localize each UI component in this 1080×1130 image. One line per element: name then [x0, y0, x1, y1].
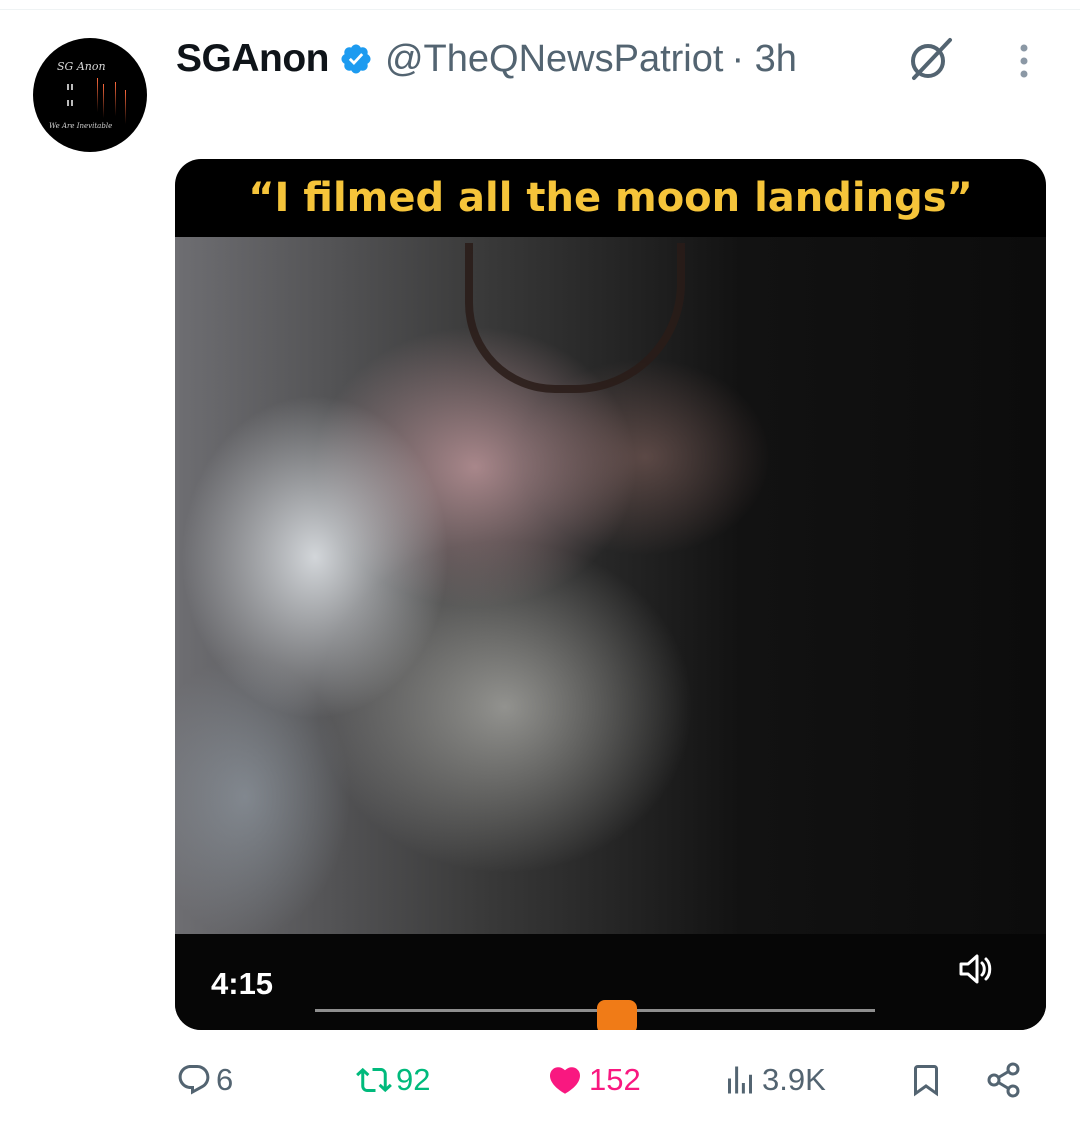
like-button[interactable]: 152 [545, 1060, 641, 1100]
views-button[interactable]: 3.9K [722, 1060, 826, 1100]
avatar-text-top: SG Anon [57, 60, 106, 73]
bookmark-icon [914, 1065, 938, 1097]
share-button[interactable] [985, 1060, 1023, 1100]
tweet-header: SGAnon @TheQNewsPatriot · 3h [176, 34, 797, 84]
views-count: 3.9K [762, 1062, 826, 1097]
bookmark-button[interactable] [908, 1060, 944, 1100]
grok-icon[interactable] [904, 34, 954, 84]
volume-icon[interactable] [955, 949, 995, 989]
avatar-text-bottom: We Are Inevitable [49, 122, 113, 130]
retweet-count: 92 [396, 1062, 431, 1097]
video-subject-glasses [465, 243, 685, 393]
timestamp[interactable]: · 3h [731, 38, 796, 81]
subtitle-fragment [315, 1009, 875, 1024]
views-icon [728, 1066, 752, 1094]
reply-button[interactable]: 6 [176, 1060, 233, 1100]
video-player[interactable]: “I filmed all the moon landings” 4:15 [175, 159, 1046, 1030]
like-icon [549, 1067, 581, 1094]
retweet-button[interactable]: 92 [356, 1060, 430, 1100]
avatar[interactable]: SG Anon We Are Inevitable [33, 38, 147, 152]
share-icon [987, 1062, 1020, 1098]
video-caption: “I filmed all the moon landings” [248, 175, 973, 221]
video-frame[interactable] [175, 237, 1046, 1030]
top-divider [0, 9, 1080, 10]
author-name[interactable]: SGAnon [176, 37, 329, 81]
video-duration: 4:15 [211, 966, 274, 1001]
subtitle-highlight [597, 1000, 637, 1030]
like-count: 152 [589, 1062, 641, 1097]
verified-badge-icon [341, 44, 371, 74]
reply-count: 6 [216, 1062, 234, 1097]
author-handle[interactable]: @TheQNewsPatriot [385, 38, 723, 81]
reply-icon [178, 1065, 210, 1095]
retweet-icon [356, 1067, 392, 1093]
more-icon[interactable] [1012, 42, 1036, 82]
